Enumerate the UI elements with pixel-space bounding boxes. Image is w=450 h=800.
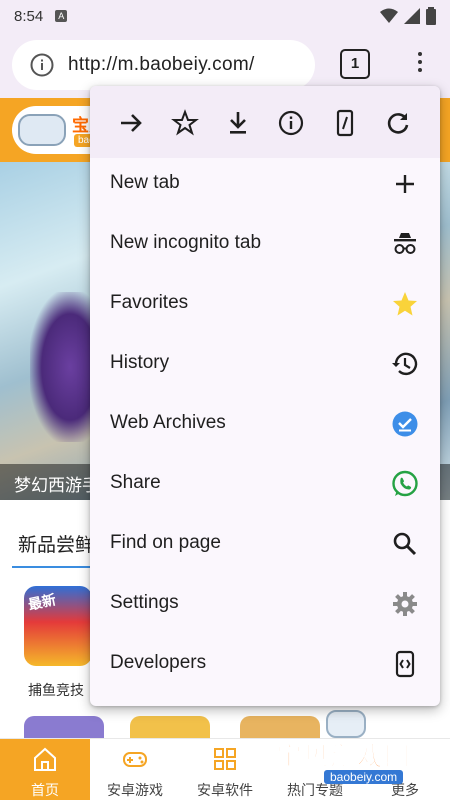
game-icon[interactable]: 最新 xyxy=(24,586,92,666)
history-icon xyxy=(392,352,418,376)
menu-item-find-on-page[interactable]: Find on page xyxy=(90,514,440,574)
menu-item-label: Web Archives xyxy=(110,412,226,433)
site-info-icon[interactable] xyxy=(30,53,54,77)
reload-icon[interactable] xyxy=(383,108,413,138)
menu-item-history[interactable]: History xyxy=(90,334,440,394)
browser-menu: New tab New incognito tab Favorites Hist… xyxy=(90,86,440,706)
url-text[interactable]: http://m.baobeiy.com/ xyxy=(68,54,255,76)
menu-item-label: Favorites xyxy=(110,292,189,313)
menu-item-developers[interactable]: Developers xyxy=(90,634,440,694)
menu-item-label: New tab xyxy=(110,172,180,193)
forward-icon[interactable] xyxy=(116,108,146,138)
signal-icon xyxy=(404,8,420,24)
nav-item-android-software[interactable]: 安卓软件 xyxy=(180,739,270,800)
url-bar[interactable]: http://m.baobeiy.com/ xyxy=(12,40,315,90)
site-watermark: 宝贝游戏网 baobeiy.com xyxy=(272,710,447,796)
plus-icon xyxy=(396,175,414,193)
menu-item-settings[interactable]: Settings xyxy=(90,574,440,634)
status-time: 8:54 xyxy=(14,7,44,25)
menu-item-label: History xyxy=(110,352,170,373)
whatsapp-icon xyxy=(392,470,418,497)
nav-item-android-games[interactable]: 安卓游戏 xyxy=(90,739,180,800)
menu-item-new-tab[interactable]: New tab xyxy=(90,154,440,214)
menu-item-label: New incognito tab xyxy=(110,232,262,253)
watermark-domain: baobeiy.com xyxy=(324,770,404,784)
menu-item-label: Find on page xyxy=(110,532,221,553)
menu-item-favorites[interactable]: Favorites xyxy=(90,274,440,334)
menu-icon-row xyxy=(90,86,440,158)
battery-icon xyxy=(426,7,436,25)
search-icon xyxy=(393,532,417,556)
section-underline xyxy=(12,566,92,568)
nav-item-home[interactable]: 首页 xyxy=(0,739,90,800)
game-name[interactable]: 捕鱼竞技 xyxy=(28,680,84,700)
menu-item-label: Developers xyxy=(110,652,207,673)
menu-item-new-incognito-tab[interactable]: New incognito tab xyxy=(90,214,440,274)
tab-switcher-button[interactable]: 1 xyxy=(340,49,370,79)
menu-item-label: Settings xyxy=(110,592,179,613)
watermark-gamepad-icon xyxy=(326,710,366,738)
developer-icon xyxy=(395,650,415,678)
nav-label: 安卓游戏 xyxy=(107,782,163,798)
home-icon xyxy=(34,747,56,771)
status-icons xyxy=(380,7,436,25)
grid-icon xyxy=(214,748,236,770)
nav-label: 安卓软件 xyxy=(197,782,253,798)
info-icon[interactable] xyxy=(276,108,306,138)
download-icon[interactable] xyxy=(223,108,253,138)
game-tag: 最新 xyxy=(26,591,58,613)
star-icon xyxy=(393,292,417,316)
bookmark-star-icon[interactable] xyxy=(170,108,200,138)
menu-item-label: Share xyxy=(110,472,161,493)
nav-label: 首页 xyxy=(31,782,59,798)
status-bar: 8:54 A xyxy=(0,0,450,32)
menu-item-web-archives[interactable]: Web Archives xyxy=(90,394,440,454)
watermark-title: 宝贝游戏网 xyxy=(275,741,412,772)
section-title: 新品尝鲜 xyxy=(18,535,95,556)
gamepad-logo-icon xyxy=(18,114,66,146)
gamepad-icon xyxy=(123,752,147,767)
menu-item-share[interactable]: Share xyxy=(90,454,440,514)
wifi-icon xyxy=(380,8,398,23)
notification-icon: A xyxy=(55,10,68,22)
gear-icon xyxy=(393,592,417,616)
more-options-icon[interactable] xyxy=(410,48,430,80)
web-archive-icon xyxy=(392,411,418,437)
desktop-site-icon[interactable] xyxy=(330,108,360,138)
incognito-icon xyxy=(394,233,416,254)
